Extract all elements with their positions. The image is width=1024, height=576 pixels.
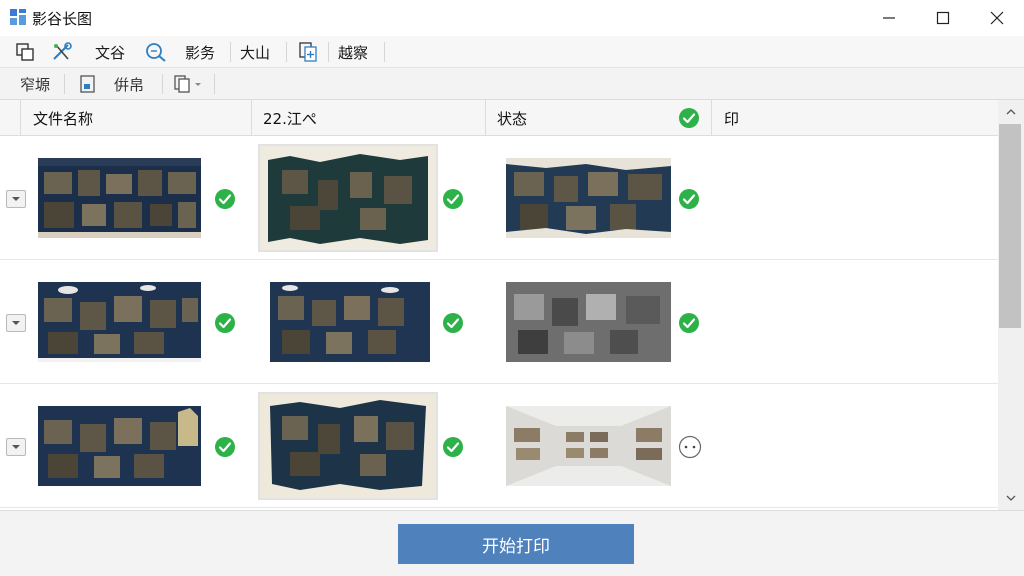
chevron-up-icon [1006,109,1016,115]
toolbar-divider [328,42,329,62]
chevron-down-icon [12,197,20,201]
file-list [0,136,998,510]
tools-button[interactable] [50,40,74,64]
column-status[interactable]: 状态 [497,100,527,136]
column-divider [711,100,712,136]
scrollbar-thumb[interactable] [999,124,1021,328]
toolbar-item-yuecha[interactable]: 越察 [338,40,368,64]
app-logo-icon [10,9,26,25]
pending-icon [678,435,702,459]
search-icon [146,43,166,62]
check-icon [443,437,463,457]
vertical-scrollbar[interactable] [998,100,1024,510]
column-filename[interactable]: 文件名称 [33,100,93,136]
toolbar-divider [384,42,385,62]
scroll-down-button[interactable] [998,488,1024,508]
chevron-down-icon [195,83,201,86]
add-file-icon [299,42,317,62]
toolbar-item-bingbo[interactable]: 倂帛 [114,72,144,96]
check-icon [443,313,463,333]
export-button[interactable] [78,72,98,96]
toolbar-divider [64,74,65,94]
thumbnail-image[interactable] [258,144,438,252]
thumbnail-image[interactable] [506,406,671,486]
row-expand-button[interactable] [6,438,26,456]
toolbar-item-zhaiyuan[interactable]: 窄塬 [20,72,50,96]
copy-icon [174,75,190,93]
thumbnail-image[interactable] [506,282,671,362]
toolbar-item-wengu[interactable]: 文谷 [95,40,125,64]
check-icon [215,189,235,209]
column-size[interactable]: 22.江ぺ [263,100,317,136]
column-divider [485,100,486,136]
toolbar-item-yingwu[interactable]: 影务 [185,40,215,64]
check-icon [679,313,699,333]
secondary-toolbar: 窄塬 倂帛 [0,68,1024,100]
minimize-icon [883,17,895,19]
toolbar-divider [214,74,215,94]
toolbar-divider [162,74,163,94]
chevron-down-icon [12,321,20,325]
maximize-icon [936,11,950,25]
chevron-down-icon [12,445,20,449]
thumbnail-image[interactable] [258,392,438,500]
add-file-button[interactable] [297,40,319,64]
table-row[interactable] [0,136,998,260]
chevron-down-icon [1006,495,1016,501]
thumbnail-image[interactable] [38,282,201,362]
scroll-up-button[interactable] [998,102,1024,122]
layers-button[interactable] [14,40,36,64]
column-print[interactable]: 印 [724,100,739,136]
main-toolbar: 文谷 影务 大山 越察 [0,36,1024,68]
start-print-button[interactable]: 开始打印 [398,524,634,564]
check-icon [443,189,463,209]
check-icon [679,189,699,209]
toolbar-divider [286,42,287,62]
thumbnail-image[interactable] [506,158,671,238]
layers-icon [16,43,34,61]
thumbnail-image[interactable] [38,406,201,486]
copy-dropdown-button[interactable] [172,72,204,96]
minimize-button[interactable] [864,0,914,36]
export-icon [80,75,95,93]
check-all-icon[interactable] [678,107,700,129]
row-expand-button[interactable] [6,314,26,332]
column-divider [20,100,21,136]
thumbnail-image[interactable] [270,282,430,362]
column-header: 文件名称 22.江ぺ 状态 印 [0,100,998,136]
title-bar: 影谷长图 [0,0,1024,36]
footer-bar: 开始打印 [0,510,1024,576]
toolbar-divider [230,42,231,62]
search-button[interactable] [144,40,168,64]
thumbnail-image[interactable] [38,158,201,238]
close-icon [990,11,1004,25]
table-row[interactable] [0,384,998,508]
check-icon [215,437,235,457]
check-icon [215,313,235,333]
maximize-button[interactable] [918,0,968,36]
toolbar-item-dashan[interactable]: 大山 [240,40,270,64]
close-button[interactable] [972,0,1022,36]
table-row[interactable] [0,260,998,384]
app-title: 影谷长图 [32,10,93,28]
column-divider [251,100,252,136]
tools-icon [53,42,72,60]
row-expand-button[interactable] [6,190,26,208]
